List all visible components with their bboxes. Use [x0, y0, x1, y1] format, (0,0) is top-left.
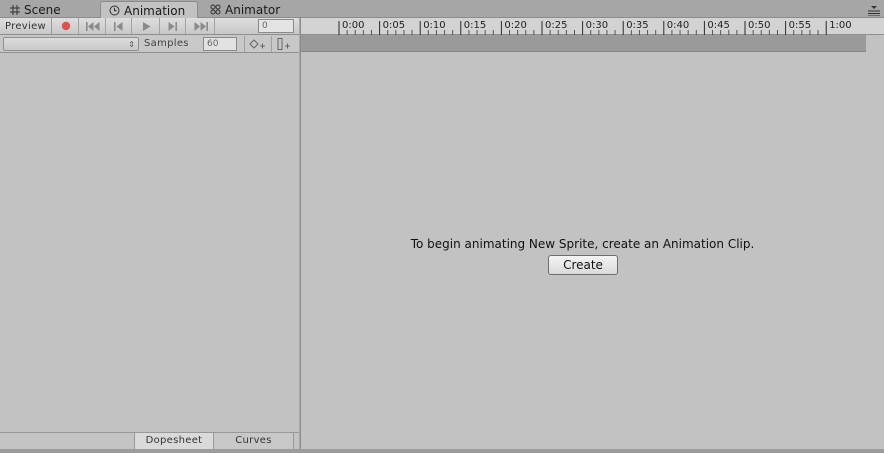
tab-animator-label: Animator [225, 2, 281, 17]
clip-selector-dropdown[interactable]: ⇕ [3, 37, 139, 51]
view-mode-bar: Dopesheet Curves [0, 432, 299, 449]
ruler-time-label: 0:50 [748, 20, 770, 31]
add-keyframe-icon [248, 38, 265, 49]
ruler-ticks: 0:00 0:05 0:10 0:15 0:20 0:25 0:30 0:35 0:40 0:45… [338, 20, 852, 35]
samples-label: Samples [144, 38, 189, 49]
next-key-icon [168, 21, 177, 31]
time-ruler[interactable]: 0:00 0:05 0:10 0:15 0:20 0:25 0:30 0:35 0:40 0:45… [301, 18, 884, 35]
last-key-icon [194, 21, 208, 31]
ruler-time-label: 0:45 [707, 20, 729, 31]
window-bottom-edge [0, 449, 884, 453]
create-clip-button[interactable]: Create [548, 255, 618, 275]
tab-animation[interactable]: Animation [100, 1, 198, 19]
previous-keyframe-button[interactable] [106, 18, 132, 34]
preview-button[interactable]: Preview [0, 18, 52, 34]
property-list-pane [0, 54, 299, 433]
grid-icon [10, 4, 20, 15]
tab-animator[interactable]: Animator [202, 1, 288, 18]
ruler-time-label: 0:35 [626, 20, 648, 31]
updown-arrow-icon: ⇕ [128, 40, 135, 49]
record-icon [61, 21, 70, 31]
add-event-button[interactable] [271, 36, 295, 52]
window-menu-icon[interactable] [868, 6, 880, 16]
samples-field[interactable]: 60 [203, 37, 237, 51]
ruler-time-label: 0:05 [383, 20, 405, 31]
animation-toolbar: Preview 0 [0, 18, 299, 35]
ruler-time-label: 0:20 [504, 20, 526, 31]
event-strip[interactable] [301, 35, 866, 52]
play-button[interactable] [134, 18, 160, 34]
ruler-time-label: 0:00 [342, 20, 364, 31]
animator-icon [210, 4, 221, 15]
next-keyframe-button[interactable] [160, 18, 186, 34]
current-frame-field[interactable]: 0 [258, 19, 294, 33]
dopesheet-area [301, 53, 884, 449]
tab-scene-label: Scene [24, 2, 61, 17]
tab-animation-label: Animation [124, 3, 186, 18]
ruler-time-label: 0:30 [586, 20, 608, 31]
ruler-time-label: 0:40 [667, 20, 689, 31]
empty-clip-message: To begin animating New Sprite, create an… [410, 237, 755, 251]
prev-key-icon [114, 21, 123, 31]
curves-tab[interactable]: Curves [214, 433, 294, 449]
add-keyframe-button[interactable] [244, 36, 268, 52]
ruler-time-label: 0:25 [545, 20, 567, 31]
last-keyframe-button[interactable] [187, 18, 215, 34]
add-event-icon [277, 38, 290, 50]
ruler-time-label: 0:15 [464, 20, 486, 31]
clock-icon [109, 5, 120, 16]
first-key-icon [85, 21, 99, 31]
tab-scene[interactable]: Scene [2, 1, 69, 18]
play-icon [142, 21, 150, 31]
ruler-time-label: 0:55 [789, 20, 811, 31]
ruler-time-label: 0:10 [423, 20, 445, 31]
ruler-time-label: 1:00 [829, 20, 851, 31]
record-button[interactable] [53, 18, 79, 34]
dopesheet-tab[interactable]: Dopesheet [134, 433, 214, 449]
clip-settings-row: ⇕ Samples 60 [0, 35, 299, 53]
first-keyframe-button[interactable] [80, 18, 106, 34]
